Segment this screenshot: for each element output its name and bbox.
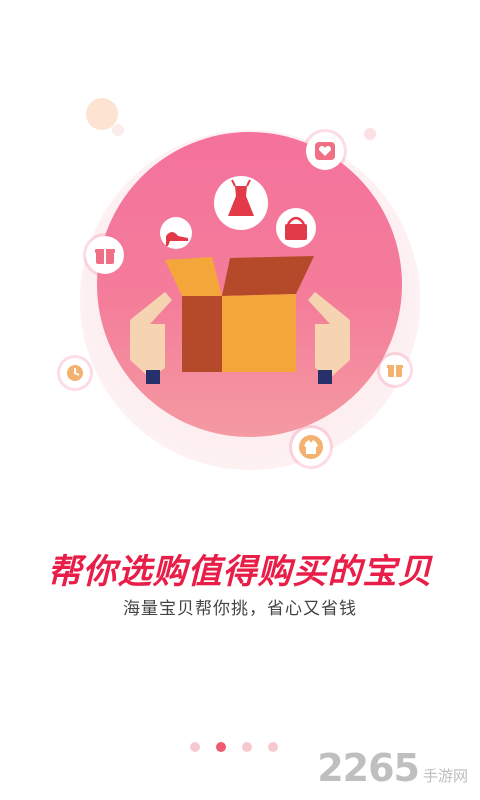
dress-icon: [214, 176, 268, 230]
watermark-text: 手游网: [422, 767, 468, 785]
high-heel-icon: [160, 217, 192, 249]
page-subtitle: 海量宝贝帮你挑，省心又省钱: [123, 599, 357, 618]
pager-dot-active[interactable]: [216, 742, 226, 752]
clock-icon: [60, 358, 90, 388]
watermark: 2265 手游网: [317, 746, 468, 790]
gift-box-icon: [380, 355, 410, 385]
hand-icon: [130, 292, 172, 384]
illustration: [130, 176, 350, 384]
page-title: 帮你选购值得购买的宝贝: [47, 553, 433, 591]
pager-dot[interactable]: [268, 742, 278, 752]
jacket-icon: [292, 428, 330, 466]
pager-dot[interactable]: [242, 742, 252, 752]
hand-icon: [308, 292, 350, 384]
pager-dot[interactable]: [190, 742, 200, 752]
open-box-icon: [165, 256, 314, 372]
heart-icon: [306, 132, 344, 170]
gift-icon: [86, 236, 124, 274]
handbag-icon: [276, 208, 316, 248]
pager: [190, 742, 278, 752]
watermark-number: 2265: [317, 746, 420, 790]
